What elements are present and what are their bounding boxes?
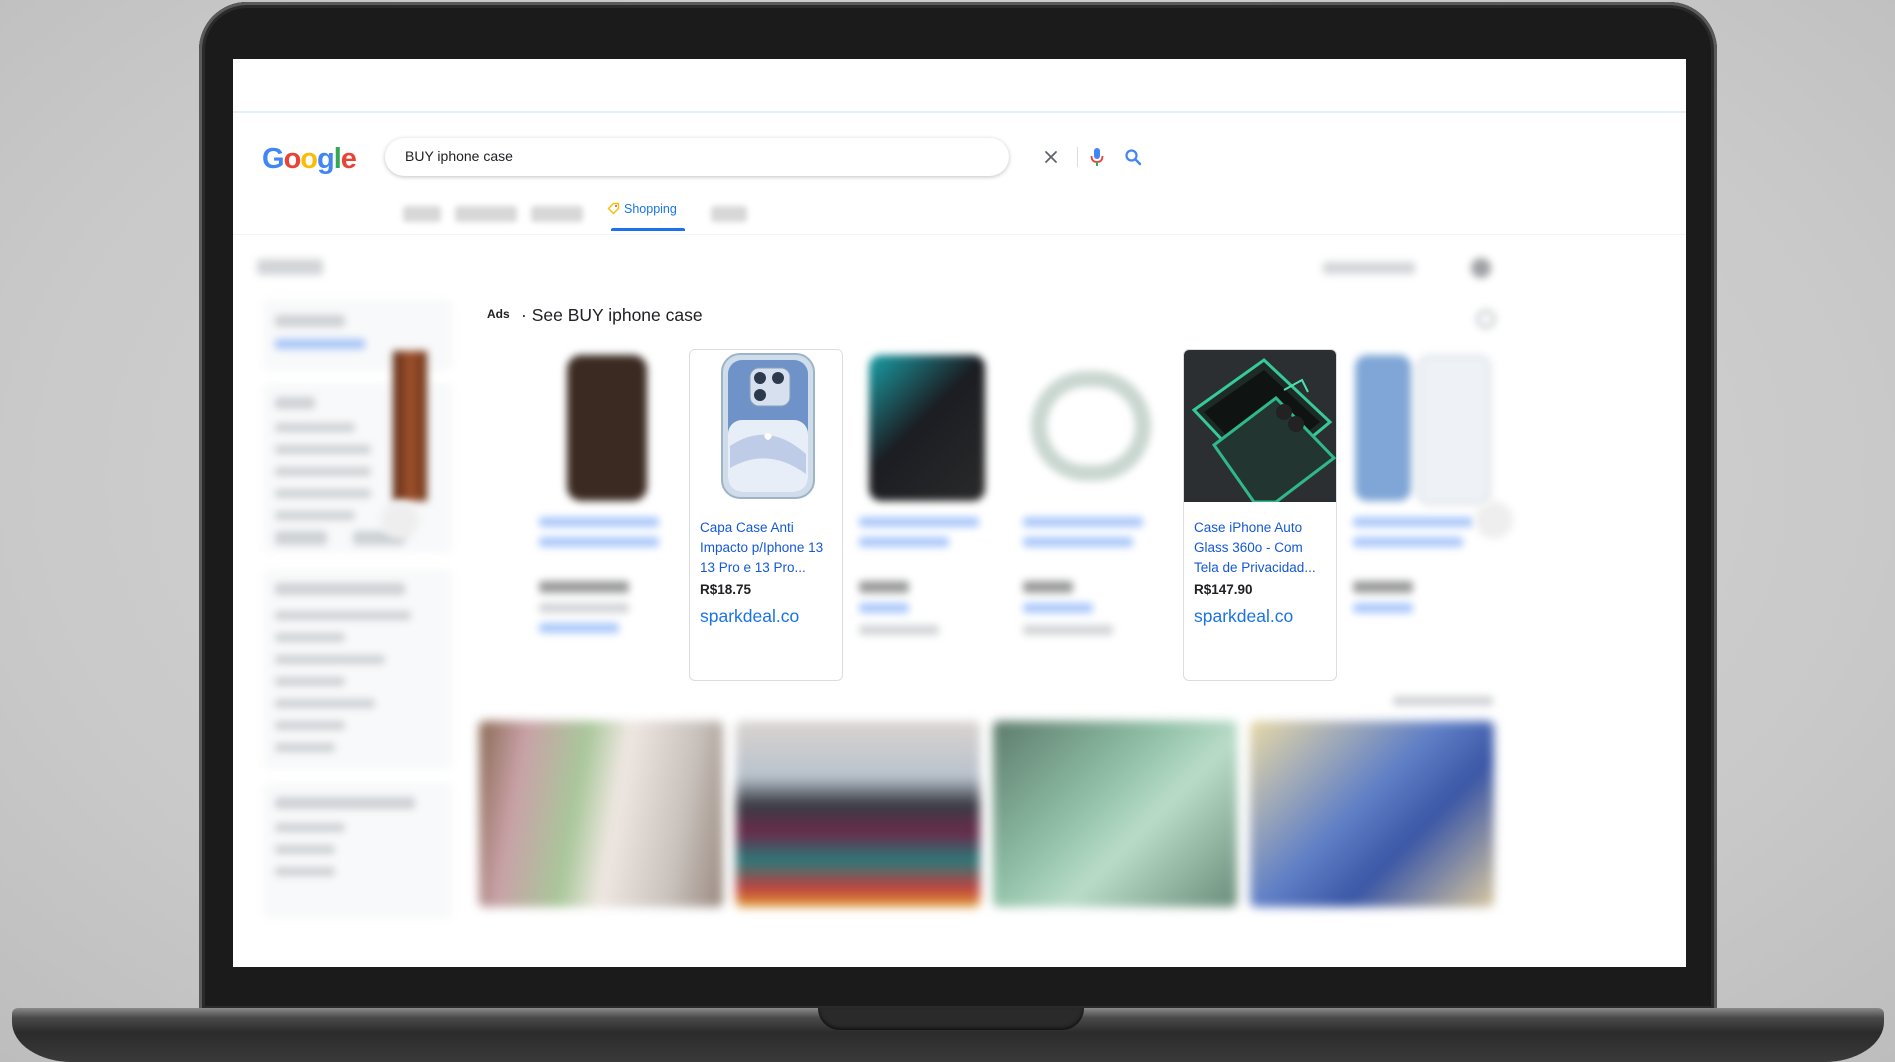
- search-box: [385, 138, 1142, 176]
- product-price: R$147.90: [1194, 582, 1253, 597]
- carousel-next-icon[interactable]: [1475, 501, 1513, 539]
- tab-blurred[interactable]: [455, 206, 517, 222]
- product-card-blurred[interactable]: [533, 351, 681, 671]
- product-image-blurred[interactable]: [479, 721, 723, 907]
- product-card[interactable]: Capa Case Anti Impacto p/Iphone 13 13 Pr…: [689, 349, 843, 681]
- product-image-blurred[interactable]: [736, 721, 980, 907]
- logo-letter: g: [317, 143, 335, 175]
- header-separator: [233, 234, 1686, 235]
- tab-blurred[interactable]: [531, 206, 583, 222]
- google-logo[interactable]: Google: [262, 143, 357, 176]
- tab-blurred[interactable]: [403, 206, 441, 222]
- search-divider: [1077, 147, 1078, 167]
- product-seller[interactable]: sparkdeal.co: [700, 606, 799, 627]
- ads-label: Ads: [487, 307, 510, 321]
- product-card-blurred[interactable]: [853, 351, 1001, 671]
- tab-blurred[interactable]: [711, 206, 747, 222]
- product-title[interactable]: Case iPhone Auto Glass 360o - Com Tela d…: [1194, 518, 1330, 578]
- price-tag-icon: [607, 202, 620, 218]
- product-image-blurred[interactable]: [393, 351, 427, 501]
- screen: Google Shopping: [233, 59, 1686, 967]
- more-link-blurred[interactable]: [1393, 696, 1493, 706]
- browser-top-bar: [233, 59, 1686, 113]
- product-image-blurred[interactable]: [1250, 721, 1494, 907]
- carousel-prev-icon[interactable]: [381, 501, 419, 539]
- logo-letter: G: [262, 143, 285, 175]
- results-count-blurred: [257, 259, 323, 275]
- active-tab-indicator: [611, 228, 685, 231]
- product-image-blurred[interactable]: [993, 721, 1237, 907]
- product-title[interactable]: Capa Case Anti Impacto p/Iphone 13 13 Pr…: [700, 518, 836, 578]
- logo-letter: e: [340, 143, 357, 175]
- search-input[interactable]: [403, 147, 867, 165]
- logo-letter: l: [333, 143, 342, 175]
- product-card-blurred[interactable]: [1347, 351, 1495, 671]
- product-price: R$18.75: [700, 582, 752, 597]
- sort-control-blurred[interactable]: [1323, 262, 1415, 274]
- product-image: [1184, 350, 1336, 504]
- product-seller[interactable]: sparkdeal.co: [1194, 606, 1293, 627]
- microphone-icon[interactable]: [1085, 145, 1109, 169]
- settings-icon[interactable]: [1471, 258, 1491, 278]
- search-icon[interactable]: [1121, 145, 1145, 169]
- logo-letter: o: [300, 143, 318, 175]
- ads-info-icon[interactable]: [1477, 310, 1495, 328]
- tab-shopping-label: Shopping: [624, 202, 677, 216]
- product-card-blurred[interactable]: [1017, 351, 1165, 671]
- logo-letter: o: [283, 143, 302, 175]
- clear-icon[interactable]: [1039, 145, 1063, 169]
- laptop-notch: [818, 1008, 1084, 1030]
- product-card[interactable]: Case iPhone Auto Glass 360o - Com Tela d…: [1183, 349, 1337, 681]
- product-image: [690, 350, 842, 502]
- ads-title: · See BUY iphone case: [521, 305, 703, 325]
